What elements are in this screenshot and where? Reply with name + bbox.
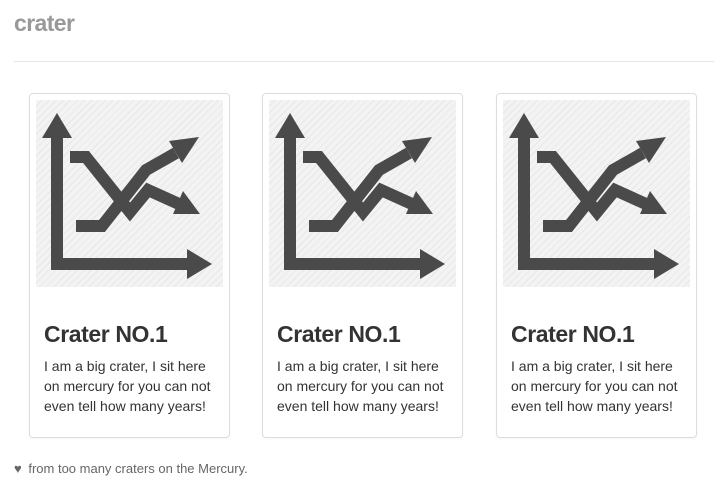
chart-crossing-arrows-icon [275,113,445,279]
header-divider [14,61,714,62]
crater-card: Crater NO.1 I am a big crater, I sit her… [29,93,230,438]
brand-title[interactable]: crater [14,8,75,38]
footer-text: from too many craters on the Mercury. [28,461,248,476]
card-description: I am a big crater, I sit here on mercury… [511,358,678,414]
card-description: I am a big crater, I sit here on mercury… [277,358,444,414]
crater-card: Crater NO.1 I am a big crater, I sit her… [496,93,697,438]
card-description: I am a big crater, I sit here on mercury… [44,358,211,414]
crater-card: Crater NO.1 I am a big crater, I sit her… [262,93,463,438]
card-title: Crater NO.1 [44,321,168,347]
chart-crossing-arrows-icon [42,113,212,279]
footer: ♥ from too many craters on the Mercury. [14,460,248,478]
card-thumbnail [36,100,223,287]
chart-crossing-arrows-icon [509,113,679,279]
card-title: Crater NO.1 [277,321,401,347]
heart-icon: ♥ [14,461,22,476]
card-thumbnail [269,100,456,287]
card-thumbnail [503,100,690,287]
card-title: Crater NO.1 [511,321,635,347]
